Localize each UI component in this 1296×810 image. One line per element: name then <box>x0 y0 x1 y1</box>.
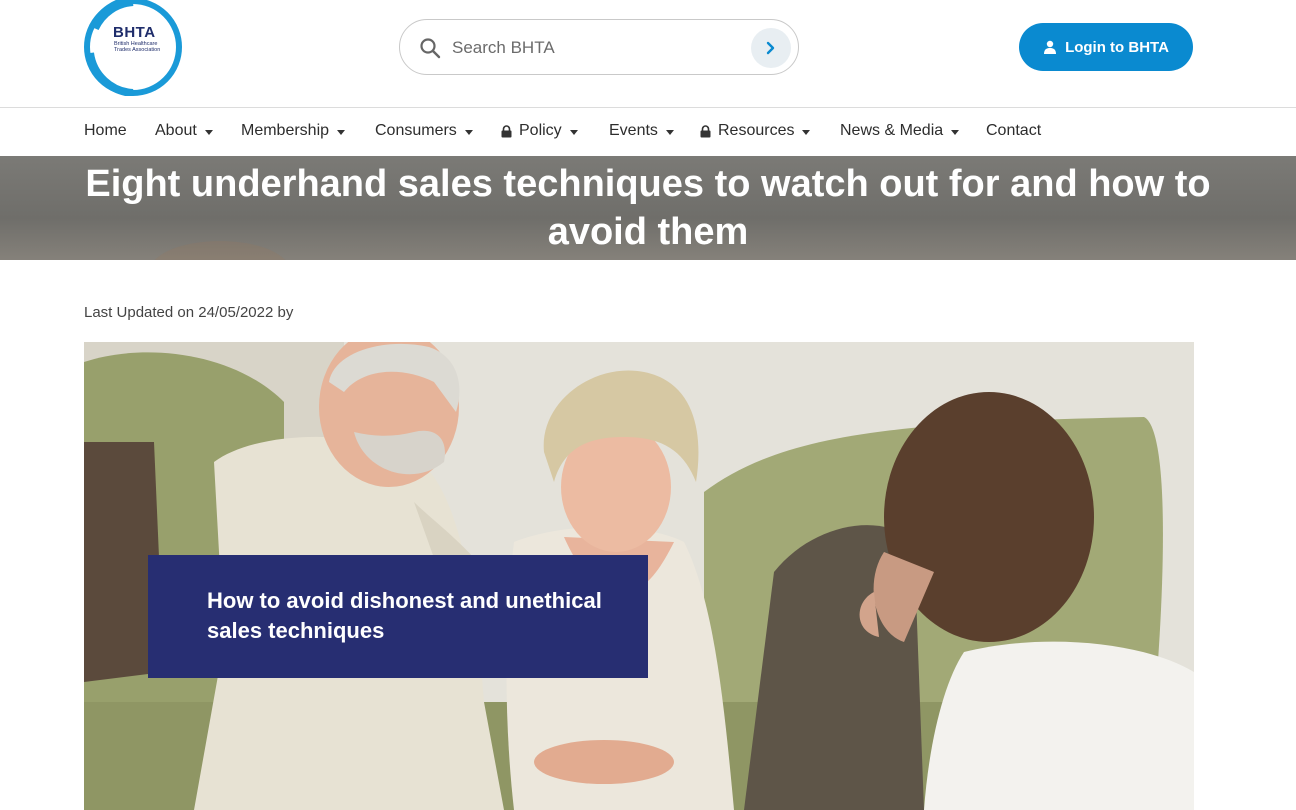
hero-image: How to avoid dishonest and unethical sal… <box>84 342 1194 810</box>
logo-wordmark: BHTA <box>113 24 156 41</box>
search-icon <box>420 38 441 59</box>
main-nav: Home About Membership Consumers Policy E… <box>0 108 1296 156</box>
caret-down-icon <box>204 129 213 135</box>
search-input[interactable] <box>452 35 742 61</box>
nav-item-policy[interactable]: Policy <box>501 122 578 140</box>
nav-label: Membership <box>241 122 330 139</box>
caret-down-icon <box>464 129 473 135</box>
caret-down-icon <box>665 129 674 135</box>
caret-down-icon <box>337 129 346 135</box>
nav-label: Consumers <box>375 122 457 139</box>
nav-item-membership[interactable]: Membership <box>241 122 346 140</box>
search-submit-button[interactable] <box>751 28 791 68</box>
caret-down-icon <box>802 129 811 135</box>
user-icon <box>1044 40 1057 54</box>
page-title-banner: Eight underhand sales techniques to watc… <box>0 156 1296 260</box>
nav-item-news-media[interactable]: News & Media <box>840 122 960 140</box>
nav-label: Home <box>84 122 127 139</box>
bhta-logo[interactable]: BHTA British Healthcare Trades Associati… <box>84 0 182 97</box>
nav-label: Contact <box>986 122 1042 139</box>
nav-label: About <box>155 122 197 139</box>
lock-icon <box>700 124 711 137</box>
login-button[interactable]: Login to BHTA <box>1019 23 1193 71</box>
chevron-right-icon <box>766 41 775 55</box>
lock-icon <box>501 124 512 137</box>
nav-item-events[interactable]: Events <box>609 122 674 140</box>
nav-item-about[interactable]: About <box>155 122 213 140</box>
nav-label: Events <box>609 122 658 139</box>
hero-caption-box: How to avoid dishonest and unethical sal… <box>148 555 648 678</box>
caret-down-icon <box>951 129 960 135</box>
nav-item-contact[interactable]: Contact <box>986 122 1041 140</box>
hero-caption-text: How to avoid dishonest and unethical sal… <box>207 588 602 643</box>
nav-item-consumers[interactable]: Consumers <box>375 122 473 140</box>
search-bar <box>399 19 799 75</box>
page-title: Eight underhand sales techniques to watc… <box>85 163 1211 253</box>
last-updated-text: Last Updated on 24/05/2022 by <box>84 304 294 321</box>
nav-item-resources[interactable]: Resources <box>700 122 811 140</box>
logo-subtitle: British Healthcare Trades Association <box>114 41 161 53</box>
nav-label: Policy <box>519 122 562 139</box>
nav-label: Resources <box>718 122 795 139</box>
login-button-label: Login to BHTA <box>1065 38 1169 56</box>
nav-label: News & Media <box>840 122 944 139</box>
nav-item-home[interactable]: Home <box>84 122 127 140</box>
site-header: BHTA British Healthcare Trades Associati… <box>0 0 1296 108</box>
caret-down-icon <box>569 129 578 135</box>
